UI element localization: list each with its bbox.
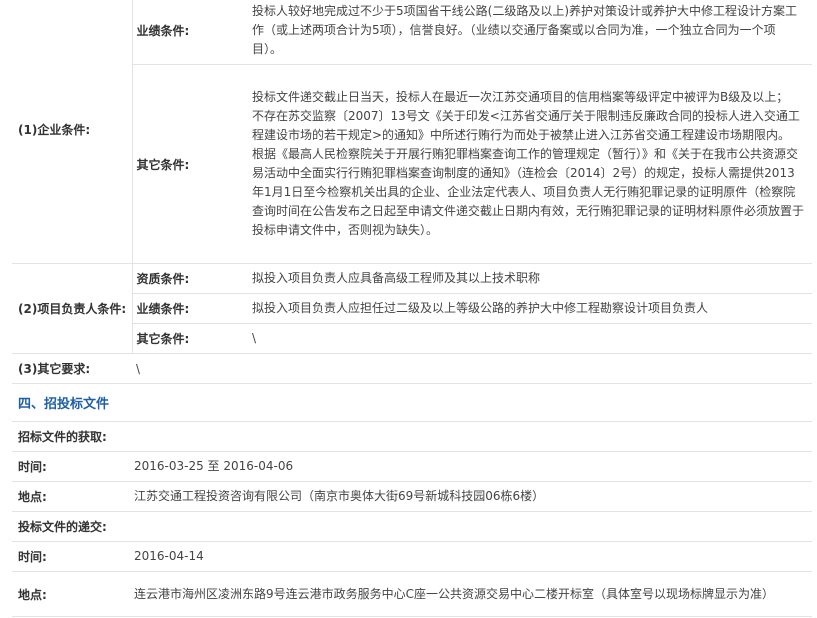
other-requirements-text: \ xyxy=(132,353,812,384)
obtain-label: 招标文件的获取: xyxy=(12,421,812,452)
tender-conditions-table: (1)企业条件: 业绩条件: 投标人较好地完成过不少于5项国省干线公路(二级路及… xyxy=(12,0,812,617)
enterprise-performance-row: (1)企业条件: 业绩条件: 投标人较好地完成过不少于5项国省干线公路(二级路及… xyxy=(12,0,812,264)
submit-time-value: 2016-04-14 xyxy=(132,541,812,572)
manager-qual-text: 拟投入项目负责人应具备高级工程师及其以上技术职称 xyxy=(250,263,812,294)
page: (1)企业条件: 业绩条件: 投标人较好地完成过不少于5项国省干线公路(二级路及… xyxy=(0,0,817,618)
manager-other-row: 其它条件: \ xyxy=(12,323,812,354)
other-requirements-row: (3)其它要求: \ xyxy=(12,353,812,384)
manager-qual-row: (2)项目负责人条件: 资质条件: 拟投入项目负责人应具备高级工程师及其以上技术… xyxy=(12,263,812,354)
manager-other-text: \ xyxy=(250,323,812,354)
obtain-place-value: 江苏交通工程投资咨询有限公司（南京市奥体大街69号新城科技园06栋6楼） xyxy=(132,481,812,512)
obtain-place-label: 地点: xyxy=(12,481,132,512)
enterprise-other-text-3: 根据《最高人民检察院关于开展行贿犯罪档案查询工作的管理规定（暂行）》和《关于在我… xyxy=(252,147,805,237)
submit-header-row: 投标文件的递交: xyxy=(12,511,812,542)
obtain-place-row: 地点: 江苏交通工程投资咨询有限公司（南京市奥体大街69号新城科技园06栋6楼） xyxy=(12,481,812,512)
other-requirements-label: (3)其它要求: xyxy=(12,353,132,384)
submit-place-label: 地点: xyxy=(12,571,132,617)
manager-qual-label: 资质条件: xyxy=(132,263,250,294)
obtain-header-row: 招标文件的获取: xyxy=(12,421,812,452)
submit-place-row: 地点: 连云港市海州区凌洲东路9号连云港市政务服务中心C座一公共资源交易中心二楼… xyxy=(12,571,812,617)
obtain-time-row: 时间: 2016-03-25 至 2016-04-06 xyxy=(12,451,812,482)
manager-perf-text: 拟投入项目负责人应担任过二级及以上等级公路的养护大中修工程勘察设计项目负责人 xyxy=(250,293,812,324)
section4-header-row: 四、招投标文件 xyxy=(12,383,812,422)
manager-conditions-label: (2)项目负责人条件: xyxy=(12,263,133,354)
submit-time-row: 时间: 2016-04-14 xyxy=(12,541,812,572)
obtain-time-label: 时间: xyxy=(12,451,132,482)
enterprise-performance-text: 投标人较好地完成过不少于5项国省干线公路(二级路及以上)养护对策设计或养护大中修… xyxy=(252,3,798,56)
manager-perf-label: 业绩条件: xyxy=(132,293,250,324)
enterprise-conditions-label: (1)企业条件: xyxy=(12,0,133,264)
submit-place-value: 连云港市海州区凌洲东路9号连云港市政务服务中心C座一公共资源交易中心二楼开标室（… xyxy=(134,586,775,601)
manager-perf-row: 业绩条件: 拟投入项目负责人应担任过二级及以上等级公路的养护大中修工程勘察设计项… xyxy=(12,293,812,324)
manager-other-label: 其它条件: xyxy=(132,323,250,354)
enterprise-other-text-1: 投标文件递交截止日当天，投标人在最近一次江苏交通项目的信用档案等级评定中被评为B… xyxy=(252,90,789,104)
submit-time-label: 时间: xyxy=(12,541,132,572)
section4-title: 四、招投标文件 xyxy=(18,397,110,412)
enterprise-other-text-2: 不存在苏交监察〔2007〕13号文《关于印发<江苏省交通厅关于限制违反廉政合同的… xyxy=(252,109,800,142)
obtain-time-value: 2016-03-25 至 2016-04-06 xyxy=(132,451,812,482)
enterprise-performance-label: 业绩条件: xyxy=(132,0,250,65)
enterprise-other-label: 其它条件: xyxy=(132,64,250,264)
submit-label: 投标文件的递交: xyxy=(12,511,812,542)
enterprise-other-row: 其它条件: 投标文件递交截止日当天，投标人在最近一次江苏交通项目的信用档案等级评… xyxy=(12,64,812,264)
